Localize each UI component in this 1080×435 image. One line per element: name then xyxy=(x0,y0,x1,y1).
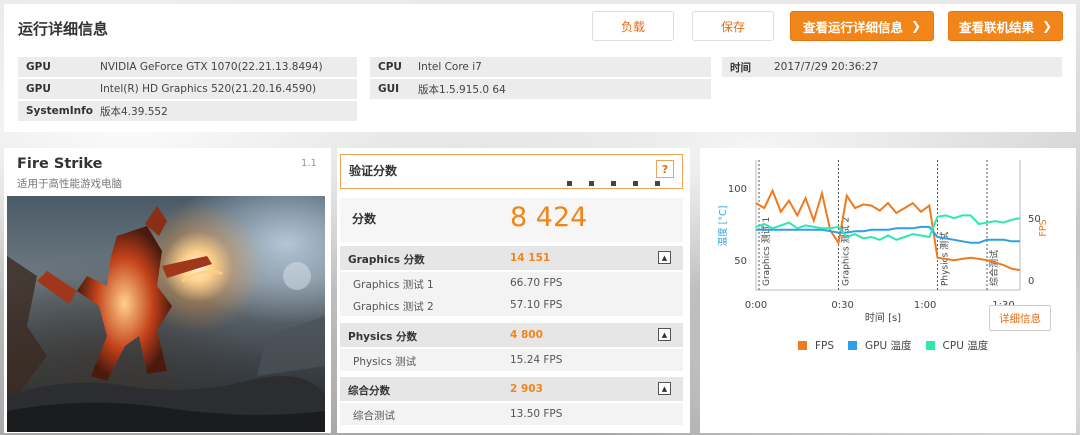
gpu2-key: GPU xyxy=(26,83,51,95)
graphics-test2-value: 57.10 FPS xyxy=(510,299,563,311)
cpu-key: CPU xyxy=(378,61,402,73)
gui-value: 版本1.5.915.0 64 xyxy=(418,83,506,96)
verify-score-label: 验证分数 xyxy=(349,164,398,178)
verify-score-box: 验证分数 ? xyxy=(340,154,683,189)
legend-cpu-temp: CPU 温度 xyxy=(925,338,989,353)
gpu1-key: GPU xyxy=(26,61,51,73)
dot xyxy=(655,181,660,186)
graphics-test1-row: Graphics 测试 1 66.70 FPS xyxy=(340,272,683,294)
combined-test-label: 综合测试 xyxy=(353,410,395,422)
y-left-tick-label: 100 xyxy=(728,184,747,195)
legend-label: FPS xyxy=(815,339,835,352)
y-left-axis-label: 温度 [°C] xyxy=(717,206,729,247)
collapse-icon[interactable]: ▲ xyxy=(658,251,671,264)
help-button[interactable]: ? xyxy=(656,160,674,178)
physics-test-row: Physics 测试 15.24 FPS xyxy=(340,349,683,371)
view-online-results-button[interactable]: 查看联机结果 ❯ xyxy=(948,11,1063,41)
cpu-value: Intel Core i7 xyxy=(418,61,482,73)
monitoring-card: Graphics 测试 1 Graphics 测试 2 Physics 测试 综合测试… xyxy=(700,148,1076,433)
x-tick-label: 0:00 xyxy=(745,300,767,311)
load-button[interactable]: 负载 xyxy=(592,11,674,41)
graphics-test2-label: Graphics 测试 2 xyxy=(353,301,434,313)
systeminfo-key: SystemInfo xyxy=(26,105,93,117)
dot xyxy=(589,181,594,186)
series-line-cpu-temp xyxy=(755,214,1021,241)
detail-info-button[interactable]: 详细信息 xyxy=(989,305,1051,331)
combined-test-row: 综合测试 13.50 FPS xyxy=(340,403,683,425)
watermark: 值 什么值得买 xyxy=(913,394,1035,420)
chart-legend: FPS GPU 温度 CPU 温度 xyxy=(798,338,988,353)
gpu2-value: Intel(R) HD Graphics 520(21.20.16.4590) xyxy=(100,83,317,95)
physics-test-label: Physics 测试 xyxy=(353,356,417,368)
collapse-icon[interactable]: ▲ xyxy=(658,382,671,395)
chevron-right-icon: ❯ xyxy=(1041,19,1053,33)
legend-fps: FPS xyxy=(798,338,834,353)
fire-creature-illustration xyxy=(7,206,325,432)
test-version: 1.1 xyxy=(301,158,317,169)
page-title: 运行详细信息 xyxy=(18,20,109,38)
watermark-text: 什么值得买 xyxy=(945,398,1035,419)
y-right-tick-label: 0 xyxy=(1028,276,1034,287)
run-details-panel: 运行详细信息 负载 保存 查看运行详细信息 ❯ 查看联机结果 ❯ GPU NVI… xyxy=(4,4,1076,132)
test-card: Fire Strike 适用于高性能游戏电脑 1.1 xyxy=(4,148,331,433)
time-key: 时间 xyxy=(730,61,751,74)
view-run-details-button[interactable]: 查看运行详细信息 ❯ xyxy=(790,11,934,41)
watermark-logo: 值 xyxy=(913,394,939,420)
graphics-score-row: Graphics 分数 14 151 ▲ xyxy=(340,246,683,270)
collapse-icon[interactable]: ▲ xyxy=(658,328,671,341)
graphics-score-label: Graphics 分数 xyxy=(348,254,425,266)
test-name: Fire Strike xyxy=(17,156,103,172)
graphics-score-value: 14 151 xyxy=(510,252,551,264)
dot xyxy=(611,181,616,186)
score-label: 分数 xyxy=(352,212,377,226)
gpu2-row: GPU Intel(R) HD Graphics 520(21.20.16.45… xyxy=(18,79,357,99)
graphics-test2-row: Graphics 测试 2 57.10 FPS xyxy=(340,294,683,316)
dot xyxy=(567,181,572,186)
dot xyxy=(633,181,638,186)
legend-label: GPU 温度 xyxy=(865,340,912,352)
x-tick-label: 1:00 xyxy=(914,300,936,311)
x-tick-label: 0:30 xyxy=(831,300,853,311)
legend-swatch xyxy=(848,341,858,350)
physics-score-value: 4 800 xyxy=(510,329,543,341)
legend-swatch xyxy=(798,341,807,350)
view-run-details-label: 查看运行详细信息 xyxy=(802,19,903,35)
gpu1-value: NVIDIA GeForce GTX 1070(22.21.13.8494) xyxy=(100,61,323,73)
systeminfo-row: SystemInfo 版本4.39.552 xyxy=(18,101,357,121)
systeminfo-value: 版本4.39.552 xyxy=(100,105,168,118)
legend-swatch xyxy=(925,341,935,350)
graphics-test1-label: Graphics 测试 1 xyxy=(353,279,434,291)
y-right-axis-label: FPS xyxy=(1038,219,1049,236)
loading-dots xyxy=(567,181,660,186)
combined-score-value: 2 903 xyxy=(510,383,543,395)
gui-row: GUI 版本1.5.915.0 64 xyxy=(370,79,711,99)
test-subtitle: 适用于高性能游戏电脑 xyxy=(17,178,122,190)
combined-score-label: 综合分数 xyxy=(348,385,390,397)
gui-key: GUI xyxy=(378,83,400,95)
total-score-row: 分数 8 424 xyxy=(340,198,683,242)
view-online-results-label: 查看联机结果 xyxy=(958,19,1034,35)
y-left-tick-label: 50 xyxy=(734,256,747,267)
x-axis-label: 时间 [s] xyxy=(865,311,901,324)
legend-gpu-temp: GPU 温度 xyxy=(848,338,912,353)
fire-strike-artwork xyxy=(7,196,325,432)
combined-score-row: 综合分数 2 903 ▲ xyxy=(340,377,683,401)
chevron-right-icon: ❯ xyxy=(910,19,922,33)
gpu1-row: GPU NVIDIA GeForce GTX 1070(22.21.13.849… xyxy=(18,57,357,77)
combined-test-value: 13.50 FPS xyxy=(510,408,563,420)
physics-score-row: Physics 分数 4 800 ▲ xyxy=(340,323,683,347)
segment-label: 综合测试 xyxy=(988,250,1000,286)
save-button[interactable]: 保存 xyxy=(692,11,774,41)
cpu-row: CPU Intel Core i7 xyxy=(370,57,711,77)
physics-score-label: Physics 分数 xyxy=(348,331,417,343)
physics-test-value: 15.24 FPS xyxy=(510,354,563,366)
legend-label: CPU 温度 xyxy=(942,340,989,352)
score-value: 8 424 xyxy=(510,202,588,233)
score-card: 验证分数 ? 分数 8 424 Graphics 分数 14 151 ▲ Gra… xyxy=(337,148,690,433)
time-value: 2017/7/29 20:36:27 xyxy=(774,61,879,73)
graphics-test1-value: 66.70 FPS xyxy=(510,277,563,289)
time-row: 时间 2017/7/29 20:36:27 xyxy=(722,57,1062,77)
